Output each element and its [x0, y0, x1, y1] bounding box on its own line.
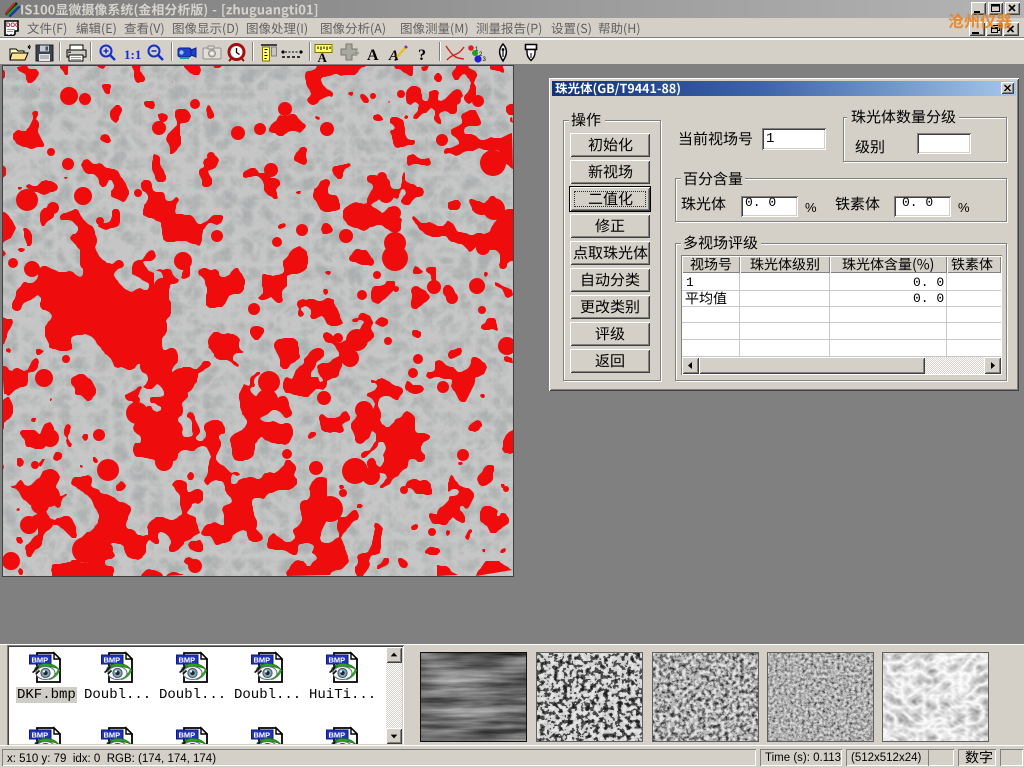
- svg-text:A: A: [318, 50, 328, 65]
- svg-text:BMP: BMP: [179, 655, 196, 664]
- svg-text:BMP: BMP: [179, 730, 196, 739]
- svg-text:BMP: BMP: [329, 655, 346, 664]
- svg-text:BMP: BMP: [254, 655, 271, 664]
- svg-text:BMP: BMP: [329, 730, 346, 739]
- svg-text:3: 3: [483, 57, 487, 63]
- svg-text:BMP: BMP: [32, 730, 49, 739]
- svg-text:?: ?: [418, 47, 426, 64]
- svg-text:A: A: [367, 47, 379, 64]
- svg-text:BMP: BMP: [32, 655, 49, 664]
- svg-text:BMP: BMP: [254, 730, 271, 739]
- svg-text:BMP: BMP: [104, 655, 121, 664]
- svg-text:BMP: BMP: [104, 730, 121, 739]
- svg-text:1:1: 1:1: [124, 47, 141, 62]
